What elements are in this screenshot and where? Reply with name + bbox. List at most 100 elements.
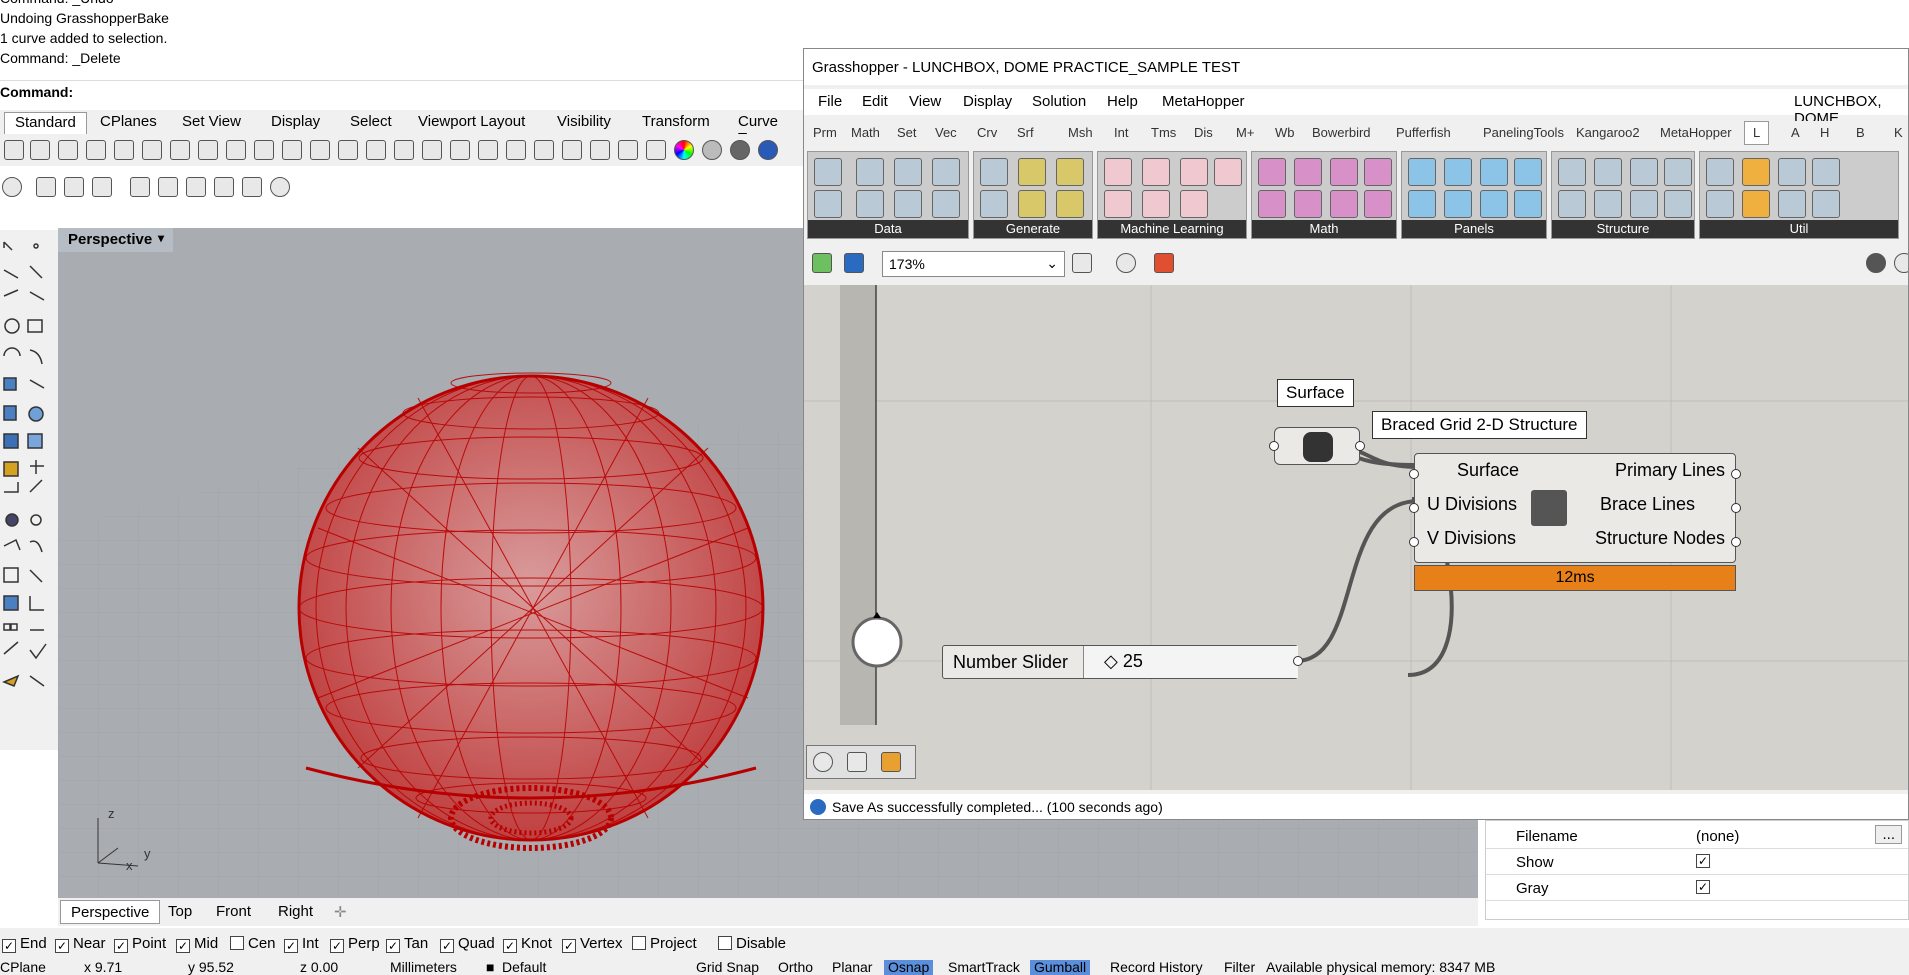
- star-icon[interactable]: [1258, 158, 1286, 186]
- graph-icon[interactable]: [980, 158, 1008, 186]
- tab-set[interactable]: Set: [897, 125, 917, 140]
- preview-icon[interactable]: [1866, 253, 1886, 273]
- tab-a[interactable]: A: [1791, 125, 1800, 140]
- tab-mplus[interactable]: M+: [1236, 125, 1254, 140]
- tab-dis[interactable]: Dis: [1194, 125, 1213, 140]
- panel-diamond-icon[interactable]: [1408, 158, 1436, 186]
- panel-brick-icon[interactable]: [1444, 190, 1472, 218]
- braced-grid-icon[interactable]: [1594, 158, 1622, 186]
- show-checkbox[interactable]: ✓: [1696, 854, 1710, 868]
- tab-h[interactable]: H: [1820, 125, 1829, 140]
- neural-net-icon[interactable]: [1180, 190, 1208, 218]
- osnap-knot[interactable]: ✓ Knot: [503, 935, 552, 953]
- xml-read-icon[interactable]: [894, 158, 922, 186]
- tab-set-view[interactable]: Set View: [172, 112, 251, 134]
- filter-icon[interactable]: [130, 177, 150, 197]
- osnap-vertex[interactable]: ✓ Vertex: [562, 935, 623, 953]
- measure-icon[interactable]: [1812, 158, 1840, 186]
- tab-display[interactable]: Display: [261, 112, 330, 134]
- panel-hex-icon[interactable]: [1514, 158, 1542, 186]
- grass-icon[interactable]: [214, 177, 234, 197]
- preview-mode-icon[interactable]: [847, 752, 867, 772]
- frame-icon[interactable]: [92, 177, 112, 197]
- tab-crv[interactable]: Crv: [977, 125, 997, 140]
- network-icon[interactable]: [980, 190, 1008, 218]
- xml-parse-icon[interactable]: [894, 190, 922, 218]
- osnap-quad[interactable]: ✓ Quad: [440, 935, 495, 953]
- material-sphere-icon[interactable]: [758, 140, 778, 160]
- pg-icon[interactable]: [932, 158, 960, 186]
- osnap-project[interactable]: Project: [632, 935, 697, 952]
- osnap-int[interactable]: ✓ Int: [284, 935, 319, 953]
- layer-icon[interactable]: [646, 140, 666, 160]
- input-grip[interactable]: [1409, 503, 1419, 513]
- smarttrack-toggle[interactable]: SmartTrack: [948, 960, 1020, 975]
- regression-icon[interactable]: [1104, 158, 1132, 186]
- grid-3d-icon[interactable]: [1664, 158, 1692, 186]
- grasshopper-title-bar[interactable]: Grasshopper - LUNCHBOX, DOME PRACTICE_SA…: [804, 49, 1908, 85]
- points-icon[interactable]: [1142, 190, 1170, 218]
- pencil-icon[interactable]: [1742, 158, 1770, 186]
- render-preview-icon[interactable]: [1894, 253, 1908, 273]
- copy-icon[interactable]: [170, 140, 190, 160]
- tab-cplanes[interactable]: CPlanes: [90, 112, 167, 134]
- cluster-icon[interactable]: [1180, 158, 1208, 186]
- osnap-toggle[interactable]: Osnap: [884, 960, 934, 975]
- grasshopper-canvas[interactable]: Surface Braced Grid 2-D Structure Surfac…: [804, 285, 1908, 790]
- menu-view[interactable]: View: [909, 93, 941, 110]
- truss-icon[interactable]: [1558, 158, 1586, 186]
- hex-util-icon[interactable]: [1742, 190, 1770, 218]
- panel-braced-icon[interactable]: [1514, 190, 1542, 218]
- osnap-mid[interactable]: ✓ Mid: [176, 935, 218, 953]
- record-history-toggle[interactable]: Record History: [1110, 960, 1203, 975]
- slider-value[interactable]: ◇ 25: [1104, 651, 1143, 672]
- tab-perspective[interactable]: Perspective: [60, 900, 161, 924]
- grid-icon[interactable]: [1056, 158, 1084, 186]
- input-surface[interactable]: Surface: [1457, 460, 1519, 481]
- cplane-icon[interactable]: [534, 140, 554, 160]
- table-icon[interactable]: [814, 190, 842, 218]
- cone-icon[interactable]: [1258, 190, 1286, 218]
- check-icon[interactable]: [2, 177, 22, 197]
- osnap-perp[interactable]: ✓ Perp: [330, 935, 380, 953]
- properties-icon[interactable]: [114, 140, 134, 160]
- output-grip[interactable]: [1731, 537, 1741, 547]
- surface-parameter[interactable]: [1274, 427, 1360, 465]
- pg-arrow-icon[interactable]: [932, 190, 960, 218]
- tool-icons[interactable]: [0, 230, 58, 750]
- lock-icon[interactable]: [618, 140, 638, 160]
- filter-toggle[interactable]: Filter: [1224, 960, 1255, 975]
- xml-list-icon[interactable]: [856, 190, 884, 218]
- navigation-icon[interactable]: [813, 752, 833, 772]
- cplane-readout[interactable]: CPlane: [0, 960, 46, 975]
- classify-icon[interactable]: [1214, 158, 1242, 186]
- window-icon[interactable]: [64, 177, 84, 197]
- tab-kangaroo2[interactable]: Kangaroo2: [1576, 125, 1640, 140]
- tab-prm[interactable]: Prm: [813, 125, 837, 140]
- braced-grid-component[interactable]: Surface U Divisions V Divisions Primary …: [1414, 453, 1736, 563]
- color-wheel-icon[interactable]: [674, 140, 694, 160]
- slider-track[interactable]: ◇ 25: [1083, 646, 1298, 678]
- tab-math[interactable]: Math: [851, 125, 880, 140]
- paste-icon[interactable]: [198, 140, 218, 160]
- input-grip[interactable]: [1409, 469, 1419, 479]
- menu-help[interactable]: Help: [1107, 93, 1138, 110]
- tab-curve-tools[interactable]: Curve Too: [728, 112, 806, 147]
- layer-swatch-icon[interactable]: ■: [486, 960, 494, 975]
- xml-write-icon[interactable]: [856, 158, 884, 186]
- box-icon[interactable]: [158, 177, 178, 197]
- diamond-icon[interactable]: [1018, 190, 1046, 218]
- menu-display[interactable]: Display: [963, 93, 1012, 110]
- disc-icon[interactable]: [1364, 190, 1392, 218]
- panel-cells-icon[interactable]: [1408, 190, 1436, 218]
- output-grip[interactable]: [1731, 503, 1741, 513]
- grid-2-icon[interactable]: [1664, 190, 1692, 218]
- four-views-icon[interactable]: [450, 140, 470, 160]
- undo-icon[interactable]: [226, 140, 246, 160]
- output-structure-nodes[interactable]: Structure Nodes: [1595, 528, 1725, 549]
- zoom-window-icon[interactable]: [338, 140, 358, 160]
- named-view-icon[interactable]: [506, 140, 526, 160]
- tab-visibility[interactable]: Visibility: [547, 112, 621, 134]
- pan-icon[interactable]: [254, 140, 274, 160]
- output-grip[interactable]: [1293, 656, 1303, 666]
